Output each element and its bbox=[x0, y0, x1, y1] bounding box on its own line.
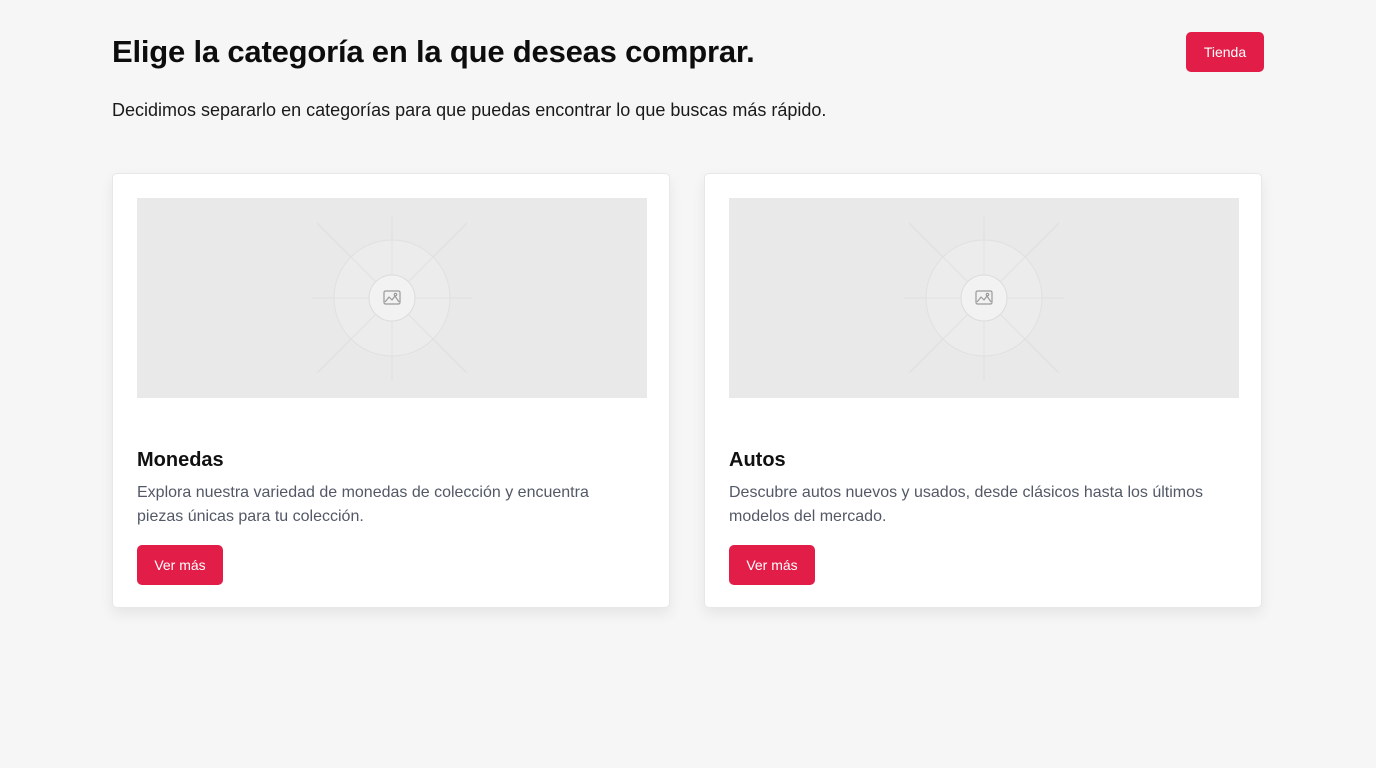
category-card-monedas: Monedas Explora nuestra variedad de mone… bbox=[112, 173, 670, 608]
page-title: Elige la categoría en la que deseas comp… bbox=[112, 34, 755, 69]
view-more-button[interactable]: Ver más bbox=[137, 545, 223, 585]
page: Elige la categoría en la que deseas comp… bbox=[0, 0, 1376, 768]
page-subtitle: Decidimos separarlo en categorías para q… bbox=[112, 100, 827, 120]
category-image-placeholder bbox=[729, 198, 1239, 398]
category-card-autos: Autos Descubre autos nuevos y usados, de… bbox=[704, 173, 1262, 608]
category-title: Autos bbox=[729, 449, 786, 471]
image-placeholder-icon bbox=[137, 198, 647, 398]
image-placeholder-icon bbox=[729, 198, 1239, 398]
category-description: Descubre autos nuevos y usados, desde cl… bbox=[729, 484, 1204, 525]
store-button[interactable]: Tienda bbox=[1186, 32, 1264, 72]
category-image-placeholder bbox=[137, 198, 647, 398]
category-title: Monedas bbox=[137, 449, 224, 471]
category-description: Explora nuestra variedad de monedas de c… bbox=[137, 484, 589, 525]
view-more-button[interactable]: Ver más bbox=[729, 545, 815, 585]
